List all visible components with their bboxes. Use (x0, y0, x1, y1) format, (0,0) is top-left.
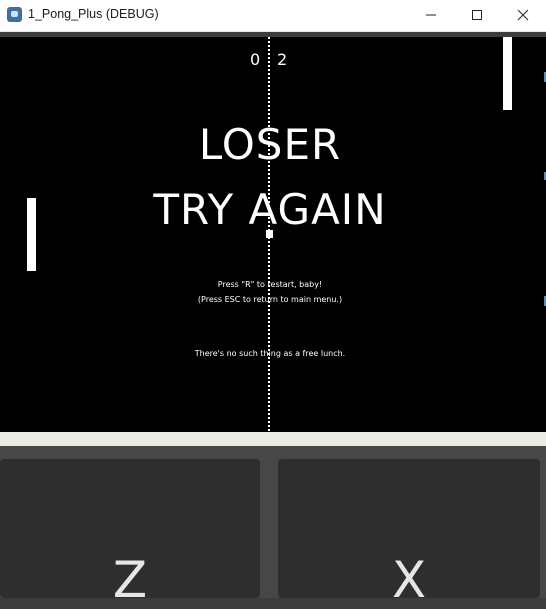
menu-instruction: (Press ESC to return to main menu.) (197, 295, 343, 304)
game-viewport[interactable]: 0 2 LOSER TRY AGAIN Press "R" to restart… (0, 37, 546, 432)
try-again-heading: TRY AGAIN (153, 185, 387, 234)
divider-band (0, 432, 546, 446)
x-key-label: X (391, 551, 427, 609)
z-key-label: Z (112, 551, 148, 609)
touch-controls: Z X (0, 446, 546, 609)
minimize-icon (426, 14, 436, 16)
window-title: 1_Pong_Plus (DEBUG) (28, 7, 159, 21)
right-paddle (503, 37, 512, 110)
loser-heading: LOSER (198, 120, 342, 169)
z-key-button[interactable]: Z (0, 459, 260, 609)
score-left: 0 (250, 50, 261, 69)
close-icon (517, 9, 529, 21)
maximize-button[interactable] (454, 0, 500, 31)
window-title-bar[interactable]: 1_Pong_Plus (DEBUG) (0, 0, 546, 32)
close-button[interactable] (500, 0, 546, 31)
quote-text: There's no such thing as a free lunch. (194, 349, 346, 358)
score-right: 2 (277, 50, 288, 69)
restart-instruction: Press "R" to restart, baby! (217, 280, 323, 289)
app-icon (7, 7, 22, 22)
minimize-button[interactable] (408, 0, 454, 31)
maximize-icon (472, 10, 482, 20)
x-key-button[interactable]: X (278, 459, 540, 609)
